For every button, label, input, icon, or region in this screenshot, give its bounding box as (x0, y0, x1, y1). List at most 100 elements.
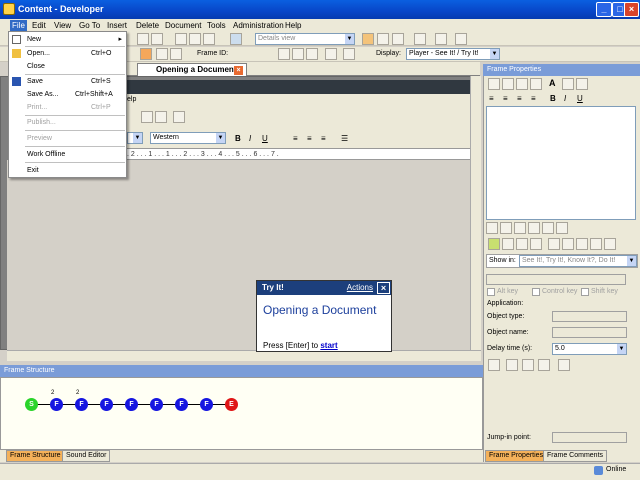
toolbar-button[interactable] (506, 359, 518, 371)
italic-icon[interactable]: I (564, 94, 566, 103)
script-combo[interactable]: Western ▼ (150, 132, 226, 144)
italic-icon[interactable]: I (249, 134, 251, 143)
bold-icon[interactable]: B (235, 134, 241, 143)
menu-edit[interactable]: Edit (30, 20, 48, 31)
frame-node-start[interactable]: S (25, 398, 38, 411)
toolbar-button[interactable] (343, 48, 355, 60)
toolbar-button[interactable] (516, 238, 528, 250)
toolbar-button[interactable] (203, 33, 215, 45)
view-combo[interactable]: Details view ▼ (255, 33, 355, 45)
toolbar-button[interactable] (516, 78, 528, 90)
tab-frame-properties[interactable]: Frame Properties (485, 450, 548, 462)
toolbar-button[interactable] (488, 78, 500, 90)
minimize-button[interactable]: _ (596, 2, 612, 17)
show-in-combo[interactable]: See It!, Try It!, Know It?, Do It! ▼ (519, 255, 637, 267)
menu-administration[interactable]: Administration (231, 20, 286, 31)
display-combo[interactable]: Player - See It! / Try It! ▼ (406, 48, 500, 60)
underline-icon[interactable]: U (577, 94, 583, 103)
horizontal-scrollbar[interactable] (7, 350, 481, 361)
delay-time-combo[interactable]: 5.0 ▼ (552, 343, 627, 355)
redo-icon[interactable] (151, 33, 163, 45)
menu-file[interactable]: File (10, 20, 27, 31)
toolbar-button[interactable] (189, 33, 201, 45)
toolbar-button[interactable] (414, 33, 426, 45)
toolbar-button[interactable] (522, 359, 534, 371)
frame-text-editor[interactable] (486, 106, 636, 220)
close-icon[interactable]: × (377, 282, 390, 294)
font-icon[interactable]: A (549, 78, 556, 88)
editor-menu-help[interactable]: elp (127, 96, 136, 103)
bold-icon[interactable]: B (550, 94, 556, 103)
toolbar-button[interactable] (325, 48, 337, 60)
toolbar-button[interactable] (528, 222, 540, 234)
tab-frame-structure[interactable]: Frame Structure (6, 450, 65, 462)
menu-item-new[interactable]: New ▸ (9, 33, 126, 46)
toolbar-button[interactable] (514, 222, 526, 234)
layout-icon[interactable] (362, 33, 374, 45)
toolbar-button[interactable] (530, 78, 542, 90)
control-key-checkbox[interactable] (532, 288, 540, 296)
next-frame-icon[interactable] (292, 48, 304, 60)
toolbar-button[interactable] (156, 48, 168, 60)
menu-item-save-as[interactable]: Save As... Ctrl+Shift+A (9, 88, 126, 101)
toolbar-button[interactable] (562, 78, 574, 90)
menu-item-print[interactable]: Print... Ctrl+P (9, 101, 126, 114)
toolbar-button[interactable] (140, 48, 152, 60)
frame-node[interactable]: F (150, 398, 163, 411)
close-icon[interactable]: × (234, 66, 243, 75)
frame-node[interactable]: F (200, 398, 213, 411)
menu-item-open[interactable]: Open... Ctrl+O (9, 47, 126, 60)
layout-icon[interactable] (392, 33, 404, 45)
menu-item-save[interactable]: Save Ctrl+S (9, 75, 126, 88)
start-link[interactable]: start (320, 341, 337, 350)
tab-sound-editor[interactable]: Sound Editor (62, 450, 111, 462)
toolbar-button[interactable] (502, 78, 514, 90)
menu-help[interactable]: Help (283, 20, 303, 31)
toolbar-button[interactable] (590, 238, 602, 250)
document-tab[interactable]: Opening a Document × (137, 63, 247, 76)
toolbar-button[interactable] (500, 222, 512, 234)
bullet-list-icon[interactable]: ☰ (341, 134, 348, 143)
last-frame-icon[interactable] (306, 48, 318, 60)
toolbar-button[interactable] (502, 238, 514, 250)
menu-view[interactable]: View (52, 20, 73, 31)
check-icon[interactable] (488, 238, 500, 250)
style-combo[interactable]: ▼ (127, 132, 143, 144)
toolbar-button[interactable] (542, 222, 554, 234)
align-left-icon[interactable]: ≡ (489, 94, 494, 103)
menu-insert[interactable]: Insert (105, 20, 129, 31)
frame-node[interactable]: F (50, 398, 63, 411)
toolbar-button[interactable] (576, 238, 588, 250)
shift-key-checkbox[interactable] (581, 288, 589, 296)
menu-item-close[interactable]: Close (9, 60, 126, 73)
toolbar-button[interactable] (576, 78, 588, 90)
toolbar-button[interactable] (435, 33, 447, 45)
align-center-icon[interactable]: ≡ (307, 134, 312, 143)
align-right-icon[interactable]: ≡ (517, 94, 522, 103)
menu-item-work-offline[interactable]: Work Offline (9, 148, 126, 161)
toolbar-button[interactable] (455, 33, 467, 45)
toolbar-button[interactable] (604, 238, 616, 250)
menu-delete[interactable]: Delete (134, 20, 161, 31)
close-button[interactable]: × (624, 2, 639, 17)
tab-frame-comments[interactable]: Frame Comments (543, 450, 608, 462)
first-frame-icon[interactable] (278, 48, 290, 60)
frame-node-end[interactable]: E (225, 398, 238, 411)
frame-node[interactable]: F (75, 398, 88, 411)
menu-document[interactable]: Document (163, 20, 203, 31)
menu-item-preview[interactable]: Preview (9, 132, 126, 145)
align-right-icon[interactable]: ≡ (321, 134, 326, 143)
frame-node[interactable]: F (125, 398, 138, 411)
toolbar-button[interactable] (558, 359, 570, 371)
menu-item-publish[interactable]: Publish... (9, 116, 126, 129)
toolbar-button[interactable] (538, 359, 550, 371)
undo-icon[interactable] (137, 33, 149, 45)
toolbar-button[interactable] (562, 238, 574, 250)
paste-icon[interactable] (141, 111, 153, 123)
toolbar-button[interactable] (548, 238, 560, 250)
toolbar-button[interactable] (175, 33, 187, 45)
find-icon[interactable] (173, 111, 185, 123)
layout-icon[interactable] (377, 33, 389, 45)
toolbar-button[interactable] (556, 222, 568, 234)
align-left-icon[interactable]: ≡ (293, 134, 298, 143)
